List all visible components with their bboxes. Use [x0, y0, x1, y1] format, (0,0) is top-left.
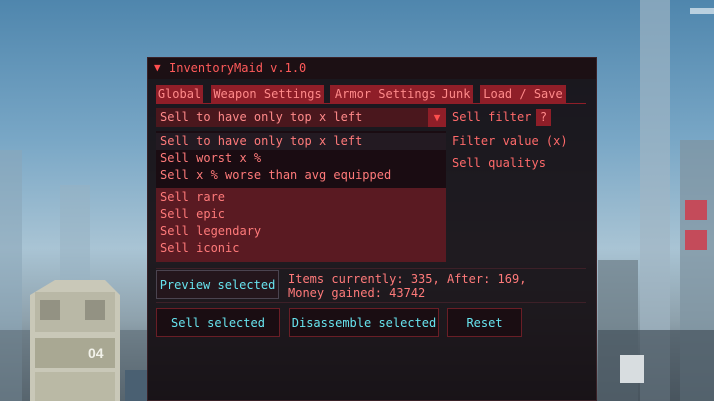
title-bar[interactable]: ▼ InventoryMaid v.1.0 [148, 58, 596, 79]
tab-underline [156, 103, 586, 104]
sell-filter-dropdown: Sell to have only top x left Sell worst … [156, 131, 446, 262]
chevron-down-icon[interactable]: ▼ [428, 108, 446, 127]
tab-load-save[interactable]: Load / Save [480, 85, 566, 103]
reset-button[interactable]: Reset [447, 308, 522, 337]
sell-qualitys-label: Sell qualitys [452, 156, 546, 170]
disassemble-selected-button[interactable]: Disassemble selected [289, 308, 439, 337]
filter-value-label: Filter value (x) [452, 134, 568, 148]
tab-weapon-settings[interactable]: Weapon Settings [211, 85, 324, 103]
quality-item-epic[interactable]: Sell epic [156, 206, 446, 223]
sell-filter-label: Sell filter [452, 110, 532, 124]
quality-item-rare[interactable]: Sell rare [156, 189, 446, 206]
divider [156, 268, 586, 269]
dropdown-option-worst-x[interactable]: Sell worst x % [156, 150, 446, 167]
tab-junk[interactable]: Junk [439, 85, 473, 103]
help-button[interactable]: ? [536, 109, 551, 126]
status-items-line: Items currently: 335, After: 169, [288, 272, 527, 286]
billboard-number: 04 [88, 345, 104, 361]
inventorymaid-window[interactable]: ▼ InventoryMaid v.1.0 Global Weapon Sett… [147, 57, 597, 401]
triangle-down-icon[interactable]: ▼ [154, 61, 161, 74]
divider [156, 302, 586, 303]
dropdown-option-worse-than-avg[interactable]: Sell x % worse than avg equipped [156, 167, 446, 184]
sell-filter-selected: Sell to have only top x left [160, 110, 363, 124]
status-money-line: Money gained: 43742 [288, 286, 426, 300]
preview-selected-button[interactable]: Preview selected [156, 270, 279, 299]
tab-armor-settings[interactable]: Armor Settings [330, 85, 441, 103]
sell-filter-combo[interactable]: Sell to have only top x left ▼ [156, 108, 446, 127]
sell-selected-button[interactable]: Sell selected [156, 308, 280, 337]
quality-item-legendary[interactable]: Sell legendary [156, 223, 446, 240]
window-title: InventoryMaid v.1.0 [169, 61, 307, 75]
quality-item-iconic[interactable]: Sell iconic [156, 240, 446, 257]
dropdown-option-top-x[interactable]: Sell to have only top x left [156, 133, 446, 150]
status-text: Items currently: 335, After: 169, Money … [288, 272, 526, 300]
billboard-tower-left [30, 280, 120, 401]
tab-global[interactable]: Global [156, 85, 203, 103]
